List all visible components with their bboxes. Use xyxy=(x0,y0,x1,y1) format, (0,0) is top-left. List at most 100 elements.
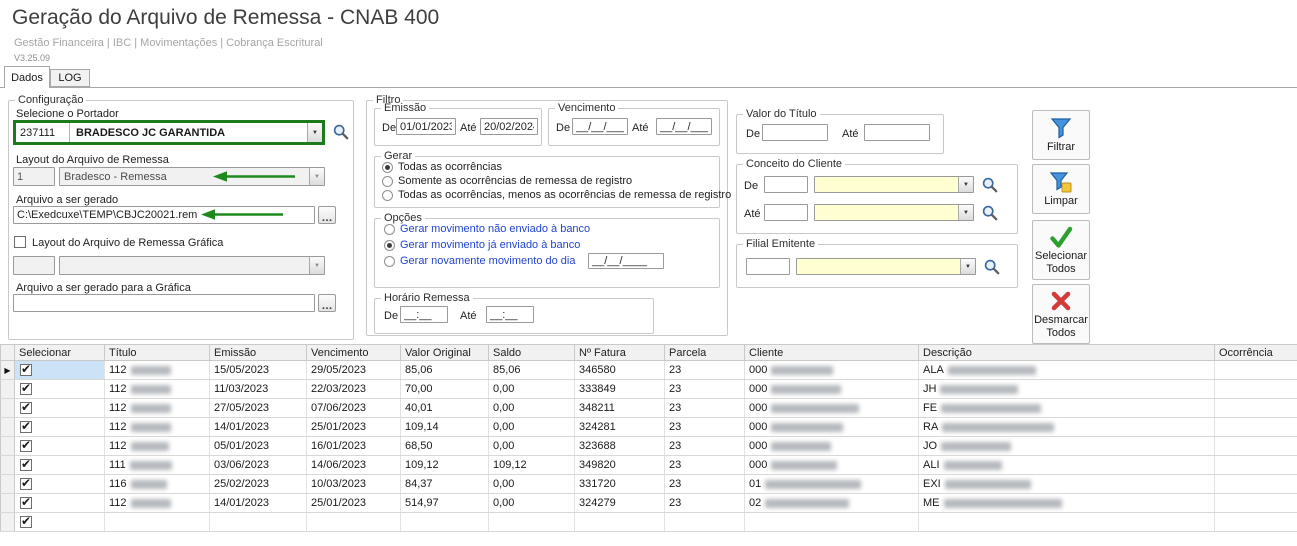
cell-vencimento[interactable]: 14/06/2023 xyxy=(307,456,401,475)
row-checkbox[interactable] xyxy=(20,478,32,490)
cell-saldo[interactable]: 0,00 xyxy=(489,475,575,494)
cell-cliente[interactable]: 000 xyxy=(745,456,919,475)
cell-emissao[interactable]: 14/01/2023 xyxy=(210,494,307,513)
selecionar-cell[interactable] xyxy=(15,418,105,437)
cell-titulo[interactable]: 112 xyxy=(105,361,210,380)
cell-parcela[interactable]: 23 xyxy=(665,380,745,399)
cell-cliente[interactable]: 000 xyxy=(745,380,919,399)
cell-saldo[interactable]: 0,00 xyxy=(489,399,575,418)
column-header[interactable]: Valor Original xyxy=(401,345,489,361)
cell-valor_original[interactable]: 40,01 xyxy=(401,399,489,418)
grafica-code-field[interactable] xyxy=(13,256,55,275)
cell-titulo[interactable]: 112 xyxy=(105,418,210,437)
cell-valor_original[interactable]: 68,50 xyxy=(401,437,489,456)
selecionar-cell[interactable] xyxy=(15,475,105,494)
cell-vencimento[interactable]: 25/01/2023 xyxy=(307,494,401,513)
cell-ocorrencia[interactable] xyxy=(1215,494,1297,513)
emissao-ate-field[interactable] xyxy=(480,118,538,135)
cell-valor_original[interactable]: 109,14 xyxy=(401,418,489,437)
tab-log[interactable]: LOG xyxy=(50,69,90,87)
cell-emissao[interactable]: 25/02/2023 xyxy=(210,475,307,494)
cell-vencimento[interactable]: 22/03/2023 xyxy=(307,380,401,399)
cell-descricao[interactable]: ALI xyxy=(919,456,1215,475)
chevron-down-icon[interactable]: ▼ xyxy=(307,123,322,142)
cell-saldo[interactable]: 0,00 xyxy=(489,418,575,437)
cell-vencimento[interactable]: 25/01/2023 xyxy=(307,418,401,437)
vencimento-ate-field[interactable] xyxy=(656,118,712,135)
row-checkbox[interactable] xyxy=(20,516,32,528)
horario-de-field[interactable] xyxy=(400,306,448,323)
selecionar-todos-button[interactable]: Selecionar Todos xyxy=(1032,220,1090,280)
grid-row[interactable]: 11625/02/202310/03/202384,370,0033172023… xyxy=(1,475,1297,494)
cell-descricao[interactable]: ME xyxy=(919,494,1215,513)
column-header[interactable]: Saldo xyxy=(489,345,575,361)
cell-n_fatura[interactable]: 331720 xyxy=(575,475,665,494)
horario-ate-field[interactable] xyxy=(486,306,534,323)
cell-parcela[interactable]: 23 xyxy=(665,399,745,418)
cell-valor_original[interactable]: 84,37 xyxy=(401,475,489,494)
cell-titulo[interactable]: 112 xyxy=(105,399,210,418)
filtrar-button[interactable]: Filtrar xyxy=(1032,110,1090,160)
cell-vencimento[interactable]: 10/03/2023 xyxy=(307,475,401,494)
column-header[interactable]: Emissão xyxy=(210,345,307,361)
cell-valor_original[interactable]: 85,06 xyxy=(401,361,489,380)
radio-nao-enviado-banco[interactable]: Gerar movimento não enviado à banco xyxy=(384,223,590,235)
arquivo-grafica-field[interactable] xyxy=(13,294,315,312)
cell-n_fatura[interactable]: 346580 xyxy=(575,361,665,380)
cell-vencimento[interactable]: 07/06/2023 xyxy=(307,399,401,418)
cell-cliente[interactable]: 000 xyxy=(745,418,919,437)
chevron-down-icon[interactable]: ▼ xyxy=(960,259,975,274)
column-header[interactable]: Título xyxy=(105,345,210,361)
valor-de-field[interactable] xyxy=(762,124,828,141)
cell-descricao[interactable]: ALA xyxy=(919,361,1215,380)
selecionar-cell[interactable] xyxy=(15,494,105,513)
filial-code-field[interactable] xyxy=(746,258,790,275)
cell-titulo[interactable]: 112 xyxy=(105,437,210,456)
radio-todas-ocorrencias[interactable]: Todas as ocorrências xyxy=(382,161,502,173)
column-header[interactable]: Selecionar xyxy=(15,345,105,361)
cell-titulo[interactable]: 116 xyxy=(105,475,210,494)
grid-row[interactable]: 11214/01/202325/01/2023514,970,003242792… xyxy=(1,494,1297,513)
limpar-button[interactable]: Limpar xyxy=(1032,164,1090,214)
column-header[interactable]: Ocorrência xyxy=(1215,345,1297,361)
cell-parcela[interactable]: 23 xyxy=(665,361,745,380)
cell-cliente[interactable]: 000 xyxy=(745,361,919,380)
cell-n_fatura[interactable]: 333849 xyxy=(575,380,665,399)
filial-search-button[interactable] xyxy=(982,258,1000,276)
conceito-de-combo[interactable]: ▼ xyxy=(814,176,974,193)
row-checkbox[interactable] xyxy=(20,440,32,452)
grafica-checkbox[interactable] xyxy=(14,236,26,248)
row-checkbox[interactable] xyxy=(20,459,32,471)
cell-titulo[interactable]: 112 xyxy=(105,494,210,513)
cell-n_fatura[interactable]: 348211 xyxy=(575,399,665,418)
cell-parcela[interactable]: 23 xyxy=(665,456,745,475)
column-header[interactable]: Cliente xyxy=(745,345,919,361)
conceito-ate-code-field[interactable] xyxy=(764,204,808,221)
cell-vencimento[interactable]: 29/05/2023 xyxy=(307,361,401,380)
cell-n_fatura[interactable]: 324281 xyxy=(575,418,665,437)
grid-row[interactable]: ▶11215/05/202329/05/202385,0685,06346580… xyxy=(1,361,1297,380)
row-checkbox[interactable] xyxy=(20,421,32,433)
column-header[interactable]: Nº Fatura xyxy=(575,345,665,361)
cell-saldo[interactable]: 85,06 xyxy=(489,361,575,380)
cell-emissao[interactable]: 15/05/2023 xyxy=(210,361,307,380)
cell-titulo[interactable]: 111 xyxy=(105,456,210,475)
conceito-ate-search-button[interactable] xyxy=(980,204,998,222)
radio-somente-remessa-registro[interactable]: Somente as ocorrências de remessa de reg… xyxy=(382,175,632,187)
cell-saldo[interactable]: 0,00 xyxy=(489,494,575,513)
cell-saldo[interactable]: 0,00 xyxy=(489,437,575,456)
cell-ocorrencia[interactable] xyxy=(1215,361,1297,380)
grid-row[interactable]: 11205/01/202316/01/202368,500,0032368823… xyxy=(1,437,1297,456)
selecionar-cell[interactable] xyxy=(15,399,105,418)
portador-search-button[interactable] xyxy=(331,123,349,141)
cell-cliente[interactable]: 01 xyxy=(745,475,919,494)
movimento-dia-date-field[interactable] xyxy=(588,253,664,269)
cell-n_fatura[interactable]: 324279 xyxy=(575,494,665,513)
cell-valor_original[interactable]: 514,97 xyxy=(401,494,489,513)
cell-saldo[interactable]: 0,00 xyxy=(489,380,575,399)
chevron-down-icon[interactable]: ▼ xyxy=(958,177,973,192)
cell-cliente[interactable]: 000 xyxy=(745,399,919,418)
tab-dados[interactable]: Dados xyxy=(4,66,50,88)
chevron-down-icon[interactable]: ▼ xyxy=(958,205,973,220)
cell-emissao[interactable]: 11/03/2023 xyxy=(210,380,307,399)
